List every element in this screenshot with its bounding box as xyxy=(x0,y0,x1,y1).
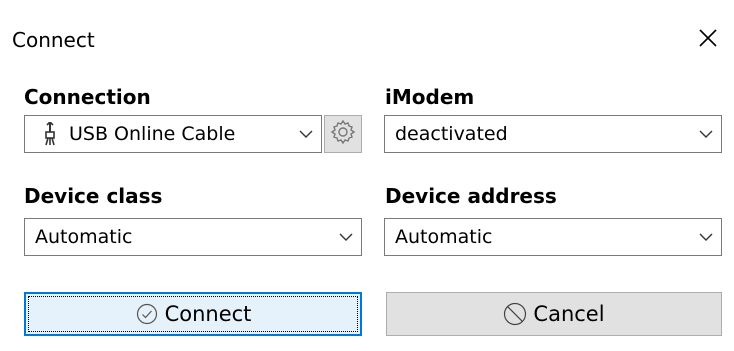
connection-settings-button[interactable] xyxy=(324,115,362,153)
imodem-label: iModem xyxy=(385,85,475,109)
connection-select[interactable]: USB Online Cable xyxy=(24,115,322,153)
cancel-label: Cancel xyxy=(533,302,605,326)
connection-value: USB Online Cable xyxy=(69,123,236,145)
close-icon xyxy=(698,28,718,52)
close-button[interactable] xyxy=(688,20,728,60)
device-address-label: Device address xyxy=(385,184,557,208)
device-class-select[interactable]: Automatic xyxy=(24,218,362,256)
chevron-down-icon xyxy=(291,116,321,152)
prohibited-icon xyxy=(503,302,527,326)
device-address-select[interactable]: Automatic xyxy=(384,218,722,256)
chevron-down-icon xyxy=(691,116,721,152)
connect-label: Connect xyxy=(164,302,252,326)
usb-plug-icon xyxy=(39,121,61,147)
connect-dialog: Connect Connection USB Online Cable iMod… xyxy=(0,0,734,351)
check-circle-icon xyxy=(135,302,159,326)
device-class-value: Automatic xyxy=(35,226,133,248)
connection-label: Connection xyxy=(24,85,151,109)
device-address-value: Automatic xyxy=(395,226,493,248)
device-class-label: Device class xyxy=(24,184,163,208)
connect-button[interactable]: Connect xyxy=(24,292,362,336)
dialog-title: Connect xyxy=(12,28,95,52)
gear-icon xyxy=(330,119,356,149)
cancel-button[interactable]: Cancel xyxy=(386,292,722,336)
chevron-down-icon xyxy=(691,219,721,255)
imodem-value: deactivated xyxy=(395,123,508,145)
chevron-down-icon xyxy=(331,219,361,255)
imodem-select[interactable]: deactivated xyxy=(384,115,722,153)
